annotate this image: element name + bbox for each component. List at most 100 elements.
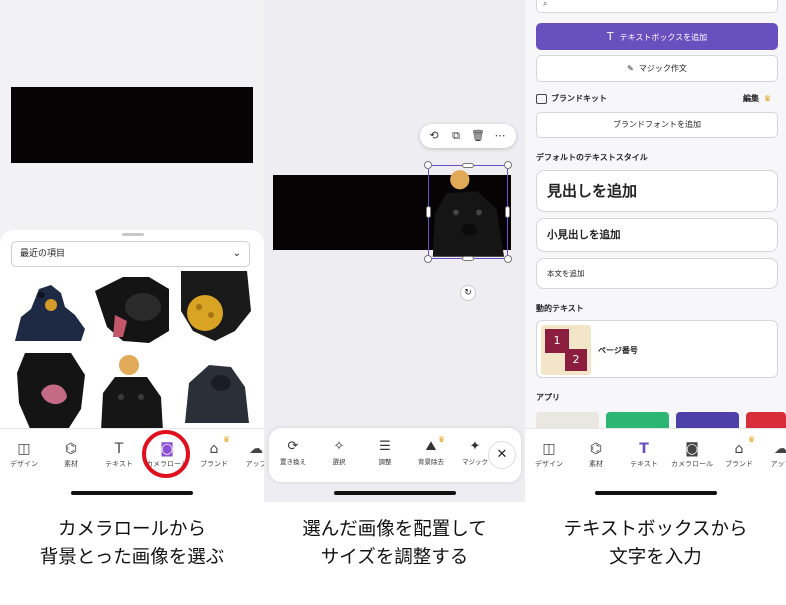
rotate-icon[interactable]: ↻: [460, 285, 476, 301]
brand-kit-edit-link[interactable]: 編集 ♛: [743, 93, 771, 104]
crown-icon: ♛: [747, 435, 755, 444]
sheet-drag-handle[interactable]: [122, 233, 144, 236]
button-label: マジック作文: [638, 64, 687, 73]
design-icon: ◫: [17, 441, 31, 457]
resize-handle-corner[interactable]: [424, 161, 432, 169]
bg-remove-icon: ⛰: [425, 439, 437, 454]
magic-select-icon: ✧: [333, 439, 345, 454]
trash-icon[interactable]: 🗑: [470, 128, 486, 144]
crown-icon: ♛: [437, 435, 445, 444]
resize-handle-corner[interactable]: [504, 161, 512, 169]
brand-kit-header: ブランドキット: [536, 93, 607, 104]
button-label: 見出しを追加: [547, 182, 638, 200]
nav-design[interactable]: ◫ デザイン: [0, 439, 48, 469]
button-label: テキストボックスを追加: [619, 33, 708, 42]
upload-icon: ☁: [774, 441, 786, 457]
tool-label: 背景除去: [418, 458, 444, 466]
caption-line: サイズを調整する: [320, 547, 469, 568]
search-input[interactable]: ⌕: [536, 0, 778, 13]
text-t-icon: T: [639, 441, 649, 457]
nav-design[interactable]: ◫ デザイン: [525, 439, 573, 469]
nav-label: テキスト: [630, 460, 658, 468]
more-icon[interactable]: ⋯: [492, 128, 508, 144]
nav-label: 素材: [589, 460, 603, 468]
resize-handle-side[interactable]: [426, 206, 431, 218]
image-edit-toolbar: ⟳ 置き換え ✧ 選択 ☰ 調整 ♛ ⛰ 背景除去 ✦ マジック: [269, 428, 521, 482]
dynamic-text-label: 動的テキスト: [536, 304, 584, 313]
design-icon: ◫: [542, 441, 556, 457]
caption-step-2: 選んだ画像を配置して サイズを調整する: [264, 516, 525, 572]
nav-upload[interactable]: ☁ アップ: [232, 439, 265, 469]
nav-text[interactable]: T テキスト: [95, 439, 143, 469]
add-heading-button[interactable]: 見出しを追加: [536, 170, 778, 212]
photo-thumb[interactable]: [11, 353, 89, 431]
crown-icon: ♛: [764, 94, 772, 103]
chevron-down-icon: ⌄: [232, 248, 241, 259]
resize-handle-corner[interactable]: [424, 255, 432, 263]
add-subheading-button[interactable]: 小見出しを追加: [536, 218, 778, 252]
nav-label: デザイン: [535, 460, 563, 468]
add-body-button[interactable]: 本文を追加: [536, 258, 778, 289]
nav-label: アップ: [245, 460, 265, 468]
brand-icon: ⌂: [209, 441, 219, 457]
photo-thumb[interactable]: [93, 271, 171, 349]
close-button[interactable]: ✕: [488, 441, 516, 469]
text-t-icon: T: [606, 30, 614, 43]
resize-handle-corner[interactable]: [504, 255, 512, 263]
nav-elements[interactable]: ⌬ 素材: [47, 439, 95, 469]
caption-line: カメラロールから: [57, 519, 206, 540]
sliders-icon: ☰: [379, 439, 391, 454]
edit-label: 編集: [743, 94, 759, 103]
photo-thumb[interactable]: [175, 353, 253, 431]
tool-select[interactable]: ✧ 選択: [319, 438, 359, 466]
tool-adjust[interactable]: ☰ 調整: [365, 438, 405, 466]
nav-camera-roll[interactable]: ◙ カメラロール: [668, 439, 716, 469]
tool-replace[interactable]: ⟳ 置き換え: [273, 438, 313, 466]
black-rectangle-element[interactable]: [11, 87, 253, 163]
section-label: ブランドキット: [551, 94, 607, 103]
resize-handle-side[interactable]: [505, 206, 510, 218]
tool-label: 置き換え: [280, 458, 306, 466]
magic-write-button[interactable]: ✎ マジック作文: [536, 55, 778, 82]
apps-label: アプリ: [536, 393, 560, 402]
photo-thumb[interactable]: [11, 271, 89, 349]
caption-line: 選んだ画像を配置して: [302, 519, 487, 540]
selected-dog-image[interactable]: [424, 161, 512, 263]
photo-thumb[interactable]: [93, 353, 171, 431]
home-indicator: [594, 491, 717, 495]
recent-items-dropdown[interactable]: 最近の項目 ⌄: [11, 241, 250, 267]
tool-label: マジック: [462, 458, 488, 466]
add-brand-font-button[interactable]: ブランドフォントを追加: [536, 112, 778, 138]
nav-upload[interactable]: ☁ アップ: [757, 439, 786, 469]
duplicate-icon[interactable]: ⧉: [448, 128, 464, 144]
page-number-card[interactable]: 1 2 ページ番号: [536, 320, 778, 378]
magic-pen-icon: ✎: [627, 64, 634, 73]
add-textbox-button[interactable]: T テキストボックスを追加: [536, 23, 778, 50]
caption-step-1: カメラロールから 背景とった画像を選ぶ: [0, 516, 264, 572]
camera-roll-panel: 最近の項目 ⌄ ◫ デザイン ⌬ 素材 T テキスト ◙ カメラロール ♛ ⌂ …: [0, 0, 264, 502]
nav-brand[interactable]: ♛ ⌂ ブランド: [715, 435, 763, 469]
photo-thumb[interactable]: [175, 271, 253, 349]
resize-handle-bottom[interactable]: [462, 256, 474, 261]
home-indicator: [333, 491, 456, 495]
nav-brand[interactable]: ♛ ⌂ ブランド: [190, 435, 238, 469]
close-icon: ✕: [496, 447, 508, 462]
caption-step-3: テキストボックスから 文字を入力: [525, 516, 786, 572]
nav-elements[interactable]: ⌬ 素材: [572, 439, 620, 469]
home-indicator: [71, 491, 193, 495]
resize-handle-top[interactable]: [462, 163, 474, 168]
caption-line: 背景とった画像を選ぶ: [39, 547, 225, 568]
button-label: 小見出しを追加: [547, 229, 621, 241]
nav-label: ブランド: [725, 460, 753, 468]
nav-label: カメラロール: [671, 460, 713, 468]
elements-icon: ⌬: [589, 441, 603, 457]
comment-add-icon[interactable]: ⟲: [426, 128, 442, 144]
bottom-nav: ◫ デザイン ⌬ 素材 T テキスト ◙ カメラロール ♛ ⌂ ブランド ☁ ア…: [525, 428, 786, 502]
nav-label: アップ: [770, 460, 786, 468]
tool-bg-remove[interactable]: ♛ ⛰ 背景除去: [411, 435, 451, 466]
replace-icon: ⟳: [287, 439, 299, 454]
brand-icon: ⌂: [734, 441, 744, 457]
nav-text[interactable]: T テキスト: [620, 439, 668, 469]
bottom-nav: ◫ デザイン ⌬ 素材 T テキスト ◙ カメラロール ♛ ⌂ ブランド ☁ ア…: [0, 428, 264, 502]
crown-icon: ♛: [222, 435, 230, 444]
